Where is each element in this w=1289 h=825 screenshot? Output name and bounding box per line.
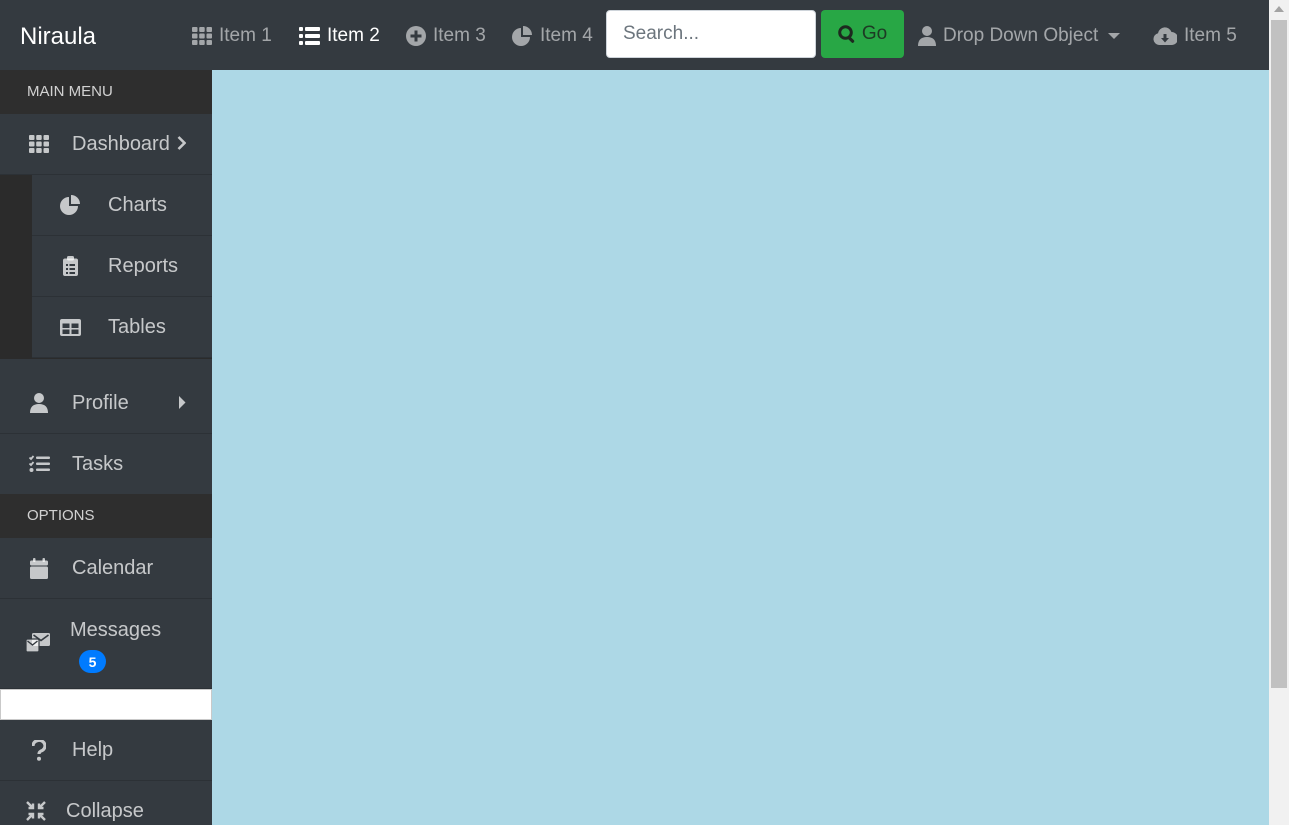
sidebar-item-profile[interactable]: Profile [0, 373, 212, 434]
dropdown-label: Drop Down Object [943, 25, 1099, 46]
messages-count-badge: 5 [79, 650, 106, 673]
compress-icon [26, 801, 46, 821]
nav-item-5[interactable]: Item 5 [1153, 22, 1237, 50]
sidebar-item-collapse-label: Collapse [66, 799, 144, 822]
scroll-up-icon[interactable] [1274, 6, 1284, 12]
chevron-right-icon [177, 133, 187, 156]
question-icon [32, 739, 46, 761]
sidebar-item-tasks-label: Tasks [72, 452, 124, 475]
nav-item-3[interactable]: Item 3 [406, 22, 486, 50]
calendar-icon [30, 557, 48, 579]
sidebar-divider [0, 689, 212, 720]
nav-item-3-label: Item 3 [433, 25, 486, 46]
sidebar-item-calendar-label: Calendar [72, 556, 154, 579]
plus-circle-icon [406, 26, 426, 46]
sidebar: MAIN MENU Dashboard Charts Reports Table… [0, 70, 212, 825]
user-icon [918, 26, 936, 46]
clipboard-icon [62, 256, 78, 276]
dropdown-toggle[interactable]: Drop Down Object [918, 22, 1121, 50]
go-button[interactable]: Go [821, 10, 904, 58]
sidebar-subitem-reports[interactable]: Reports [32, 236, 212, 297]
sidebar-item-calendar[interactable]: Calendar [0, 538, 212, 599]
nav-item-4-label: Item 4 [540, 25, 593, 46]
pie-chart-icon [512, 26, 532, 46]
table-icon [59, 318, 81, 336]
sidebar-subitem-tables[interactable]: Tables [32, 297, 212, 358]
nav-item-2-label: Item 2 [327, 25, 380, 46]
nav-item-4[interactable]: Item 4 [512, 22, 593, 50]
top-navbar: Niraula Item 1 Item 2 Item 3 Item 4 Go D… [0, 0, 1269, 70]
brand-logo[interactable]: Niraula [20, 22, 96, 52]
sidebar-subitem-charts[interactable]: Charts [32, 175, 212, 236]
messages-icon [26, 633, 50, 653]
nav-item-1-label: Item 1 [219, 25, 272, 46]
sidebar-item-dashboard[interactable]: Dashboard [0, 114, 212, 175]
pie-chart-icon [59, 195, 80, 215]
sidebar-subitem-charts-label: Charts [108, 193, 167, 216]
sidebar-item-dashboard-label: Dashboard [72, 132, 170, 155]
nav-item-1[interactable]: Item 1 [192, 22, 272, 50]
options-header: OPTIONS [0, 494, 212, 538]
dashboard-submenu: Charts Reports Tables [0, 175, 212, 359]
sidebar-item-profile-label: Profile [72, 391, 129, 414]
nav-item-5-label: Item 5 [1184, 25, 1237, 46]
sidebar-item-tasks[interactable]: Tasks [0, 434, 212, 495]
search-icon [838, 24, 855, 43]
cloud-download-icon [1153, 26, 1177, 45]
go-button-label: Go [861, 23, 888, 44]
sidebar-item-messages-label: Messages [70, 619, 162, 641]
sidebar-item-help-label: Help [72, 738, 114, 761]
tasks-icon [28, 455, 50, 472]
grid-icon [29, 135, 49, 153]
sidebar-item-collapse[interactable]: Collapse [0, 781, 212, 825]
caret-down-icon [1108, 33, 1121, 39]
sidebar-item-messages[interactable]: Messages [0, 599, 212, 689]
list-icon [299, 27, 320, 45]
grid-icon [192, 27, 212, 45]
user-icon [30, 393, 48, 413]
page-scrollbar[interactable] [1269, 0, 1289, 825]
nav-item-2[interactable]: Item 2 [299, 22, 380, 50]
search-input[interactable] [606, 10, 816, 58]
caret-right-icon [178, 392, 186, 415]
sidebar-subitem-reports-label: Reports [108, 254, 179, 277]
main-menu-header: MAIN MENU [0, 70, 212, 114]
sidebar-item-help[interactable]: Help [0, 720, 212, 781]
sidebar-subitem-tables-label: Tables [108, 315, 166, 338]
scrollbar-thumb[interactable] [1271, 20, 1287, 688]
main-content [212, 70, 1269, 825]
